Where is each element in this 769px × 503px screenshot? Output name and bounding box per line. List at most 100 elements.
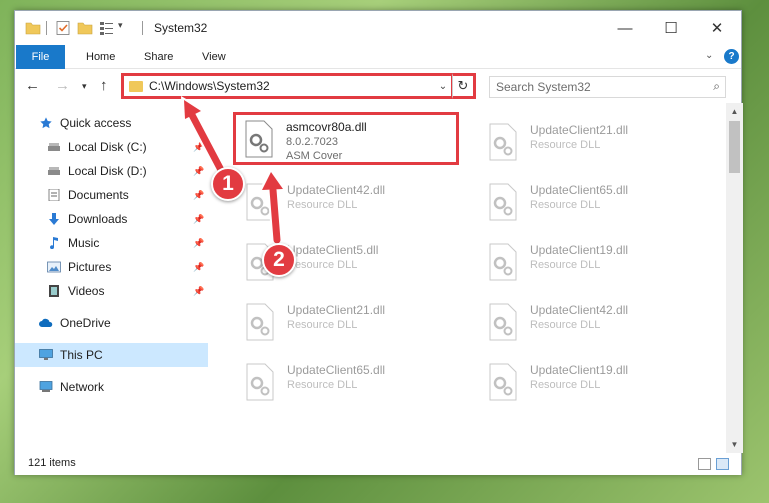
sidebar-item-network[interactable]: Network — [15, 375, 208, 399]
search-placeholder: Search System32 — [496, 80, 591, 94]
drive-icon — [48, 143, 60, 151]
pin-icon[interactable]: 📌 — [193, 238, 204, 249]
dll-file-icon — [246, 303, 274, 341]
dll-file-icon — [489, 183, 517, 221]
separator — [46, 21, 47, 35]
file-item[interactable]: UpdateClient42.dll Resource DLL — [233, 175, 463, 231]
file-name: UpdateClient42.dll — [287, 183, 386, 197]
pin-icon[interactable]: 📌 — [193, 142, 204, 153]
step-marker-2: 2 — [262, 243, 296, 277]
dll-file-icon — [489, 123, 517, 161]
dll-file-icon — [489, 303, 517, 341]
sidebar-item-quick-access[interactable]: Quick access — [15, 111, 208, 135]
sidebar-item-onedrive[interactable]: OneDrive — [15, 311, 208, 335]
pin-icon[interactable]: 📌 — [193, 286, 204, 297]
star-icon — [40, 117, 52, 129]
sidebar-item-label: Videos — [68, 284, 105, 298]
large-icons-view-icon[interactable] — [716, 458, 729, 470]
file-item-asmcovr80a[interactable]: asmcovr80a.dll 8.0.2.7023 ASM Cover — [233, 112, 459, 165]
sidebar-item-label: Pictures — [68, 260, 112, 274]
pin-icon[interactable]: 📌 — [193, 166, 204, 177]
status-bar: 121 items — [15, 453, 741, 475]
sidebar-item-label: Documents — [68, 188, 129, 202]
title-bar: ▾ System32 — ☐ ✕ — [15, 11, 741, 45]
folder-icon — [25, 22, 41, 35]
file-item[interactable]: UpdateClient21.dll Resource DLL — [233, 295, 463, 351]
file-description: Resource DLL — [530, 379, 601, 391]
vertical-scrollbar[interactable]: ▲ ▼ — [726, 103, 743, 453]
address-path[interactable]: C:\Windows\System32 — [149, 79, 435, 93]
file-description: Resource DLL — [287, 319, 358, 331]
network-icon — [39, 381, 53, 392]
sidebar-item-label: Music — [68, 236, 100, 250]
file-item[interactable]: UpdateClient65.dll Resource DLL — [233, 355, 463, 411]
sidebar-item-pictures[interactable]: Pictures 📌 — [15, 255, 208, 279]
chevron-down-icon[interactable]: ⌄ — [435, 81, 451, 92]
sidebar-item-this-pc[interactable]: This PC — [15, 343, 208, 367]
file-name: UpdateClient19.dll — [530, 363, 629, 377]
file-item[interactable]: UpdateClient65.dll Resource DLL — [476, 175, 706, 231]
file-name: UpdateClient21.dll — [287, 303, 386, 317]
file-name: UpdateClient65.dll — [287, 363, 386, 377]
pin-icon[interactable]: 📌 — [193, 262, 204, 273]
file-description: Resource DLL — [287, 259, 358, 271]
search-icon[interactable]: ⌕ — [713, 79, 720, 94]
tab-view[interactable]: View — [202, 45, 226, 69]
file-item[interactable]: UpdateClient21.dll Resource DLL — [476, 115, 706, 171]
file-description: ASM Cover — [286, 150, 343, 162]
scroll-down-icon[interactable]: ▼ — [726, 436, 743, 453]
sidebar-item-local-disk-c[interactable]: Local Disk (C:) 📌 — [15, 135, 208, 159]
dll-file-icon — [246, 363, 274, 401]
sidebar-item-label: This PC — [60, 348, 103, 362]
up-button[interactable]: ↑ — [100, 77, 108, 94]
file-item[interactable]: UpdateClient42.dll Resource DLL — [476, 295, 706, 351]
file-name: UpdateClient65.dll — [530, 183, 629, 197]
sidebar-item-videos[interactable]: Videos 📌 — [15, 279, 208, 303]
file-name: UpdateClient19.dll — [530, 243, 629, 257]
dll-file-icon — [489, 363, 517, 401]
pin-icon[interactable]: 📌 — [193, 214, 204, 225]
customize-icon[interactable] — [99, 20, 115, 36]
search-input[interactable]: Search System32 ⌕ — [489, 76, 726, 98]
recent-locations-button[interactable]: ▾ — [82, 81, 87, 92]
new-folder-icon[interactable] — [77, 20, 93, 36]
sidebar-item-documents[interactable]: Documents 📌 — [15, 183, 208, 207]
cloud-icon — [39, 318, 53, 327]
close-button[interactable]: ✕ — [694, 15, 740, 41]
file-list: asmcovr80a.dll 8.0.2.7023 ASM Cover Upda… — [208, 103, 726, 453]
folder-icon — [129, 80, 143, 92]
file-item[interactable]: UpdateClient19.dll Resource DLL — [476, 235, 706, 291]
tab-share[interactable]: Share — [144, 45, 173, 69]
sidebar-item-label: Network — [60, 380, 105, 394]
pictures-icon — [47, 261, 61, 273]
file-item[interactable]: UpdateClient19.dll Resource DLL — [476, 355, 706, 411]
chevron-down-icon[interactable]: ▾ — [118, 20, 123, 31]
dll-file-icon — [245, 120, 273, 158]
refresh-button[interactable]: ↻ — [452, 73, 476, 99]
file-version: 8.0.2.7023 — [286, 136, 338, 148]
tab-home[interactable]: Home — [86, 45, 115, 69]
drive-icon — [48, 167, 60, 175]
ribbon-tabs: File Home Share View ⌄ — [15, 45, 741, 69]
sidebar-item-music[interactable]: Music 📌 — [15, 231, 208, 255]
step-marker-1: 1 — [211, 167, 245, 201]
scrollbar-thumb[interactable] — [729, 121, 740, 173]
pin-icon[interactable]: 📌 — [193, 190, 204, 201]
scroll-up-icon[interactable]: ▲ — [726, 103, 743, 120]
back-button[interactable]: ← — [25, 77, 40, 94]
expand-ribbon-icon[interactable]: ⌄ — [705, 50, 713, 61]
tab-file[interactable]: File — [16, 45, 65, 69]
maximize-button[interactable]: ☐ — [648, 15, 694, 41]
help-button[interactable]: ? — [724, 49, 739, 64]
file-name: UpdateClient21.dll — [530, 123, 629, 137]
file-explorer-window: ▾ System32 — ☐ ✕ File Home Share View ⌄ … — [14, 10, 743, 475]
forward-button[interactable]: → — [55, 77, 70, 94]
minimize-button[interactable]: — — [602, 15, 648, 41]
file-name: asmcovr80a.dll — [286, 120, 367, 134]
sidebar-item-local-disk-d[interactable]: Local Disk (D:) 📌 — [15, 159, 208, 183]
sidebar-item-downloads[interactable]: Downloads 📌 — [15, 207, 208, 231]
details-view-icon[interactable] — [698, 458, 711, 470]
address-bar[interactable]: C:\Windows\System32 ⌄ — [121, 73, 454, 99]
file-description: Resource DLL — [530, 319, 601, 331]
properties-icon[interactable] — [55, 20, 71, 36]
